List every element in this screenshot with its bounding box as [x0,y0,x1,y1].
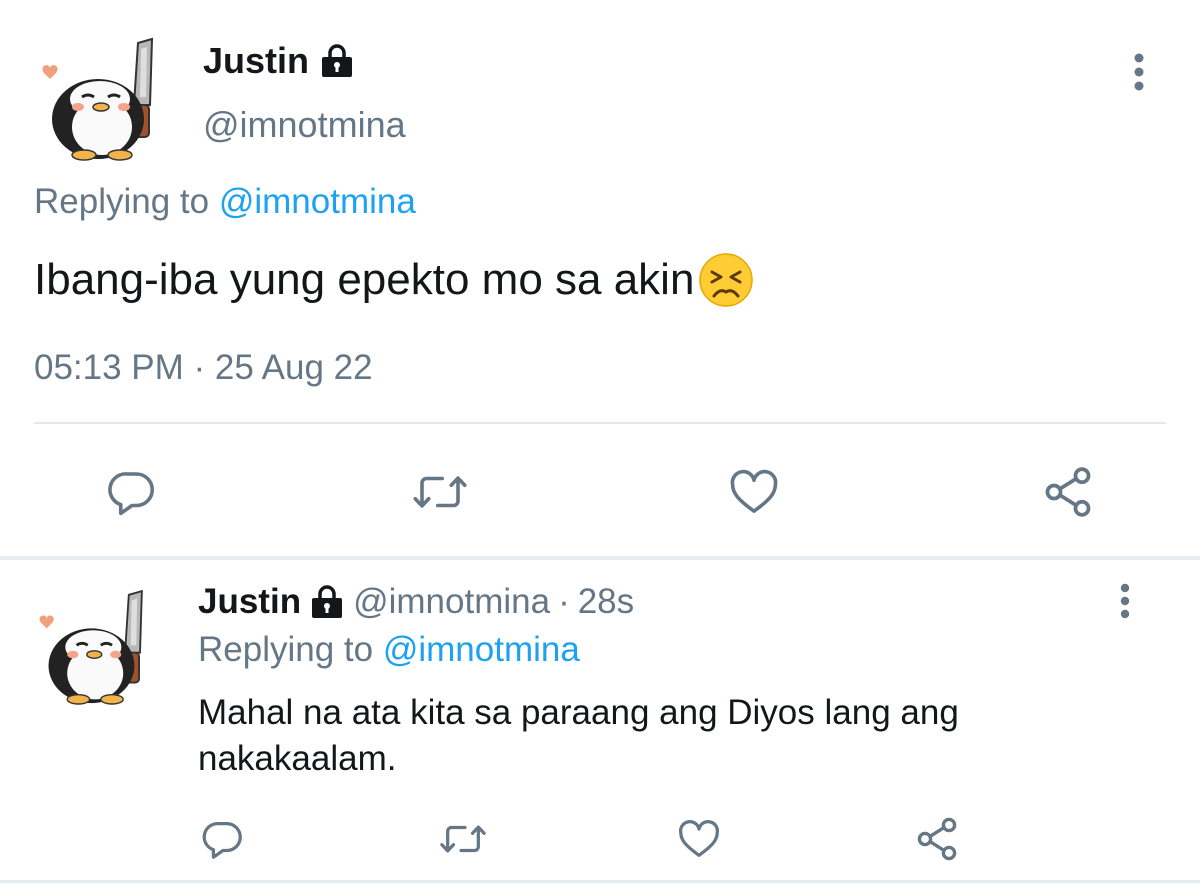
penguin-knife-avatar-icon [39,589,143,705]
author-name-label: Justin [203,40,310,81]
avatar[interactable] [30,35,180,165]
bottom-divider [0,880,1200,883]
share-icon [917,817,957,861]
author-handle[interactable]: @imnotmina [203,104,406,146]
retweet-button[interactable] [436,812,490,866]
tweet-text: Ibang-iba yung epekto mo sa akin [34,252,754,308]
reply-button[interactable] [196,812,250,866]
replying-to: Replying to @imnotmina [198,630,580,670]
reply-button[interactable] [100,460,164,524]
author-handle[interactable]: @imnotmina [353,582,550,622]
lock-icon [322,44,353,77]
more-options-icon[interactable] [1125,52,1153,92]
author-name[interactable]: Justin [203,40,355,82]
retweet-icon [413,476,467,508]
tweet-text: Mahal na ata kita sa paraang ang Diyos l… [198,693,959,778]
like-button[interactable] [672,812,726,866]
share-button[interactable] [1036,460,1100,524]
lock-icon [312,585,343,618]
penguin-knife-avatar-icon [42,37,154,161]
reply-icon [202,822,242,859]
like-icon [678,820,720,857]
divider [34,422,1166,424]
author-name[interactable]: Justin [198,582,301,622]
replying-to-mention[interactable]: @imnotmina [383,630,580,669]
replying-to-mention[interactable]: @imnotmina [219,182,416,221]
avatar[interactable] [28,586,168,710]
reply-icon [108,472,154,516]
share-button[interactable] [910,812,964,866]
replying-to: Replying to @imnotmina [34,182,416,222]
reply-header: Justin @imnotmina · 28s [198,582,634,622]
retweet-button[interactable] [408,460,472,524]
retweet-icon [440,825,486,853]
section-divider [0,556,1200,560]
share-icon [1045,467,1091,517]
like-icon [730,469,778,513]
tweet-age[interactable]: 28s [578,582,634,622]
tweet-timestamp[interactable]: 05:13 PM · 25 Aug 22 [34,348,373,388]
tweet-text-body: Ibang-iba yung epekto mo sa akin [34,255,695,304]
persevering-face-icon [699,253,754,307]
replying-to-prefix: Replying to [34,182,210,221]
separator: · [558,582,570,621]
like-button[interactable] [722,460,786,524]
more-options-icon[interactable] [1112,582,1138,620]
replying-to-prefix: Replying to [198,630,374,669]
